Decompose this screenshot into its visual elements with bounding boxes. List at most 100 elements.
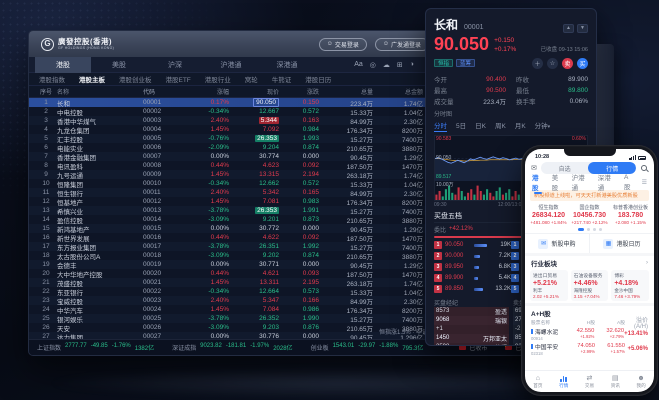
subtab-hk-industry[interactable]: 港股行业 xyxy=(205,74,231,84)
bid-level-row[interactable]: 2 90.000 7.2K xyxy=(434,251,511,262)
layout-grid-icon[interactable]: ⊞ xyxy=(397,61,403,69)
tab-us[interactable]: 美股 xyxy=(91,57,147,73)
cell-seq: 23 xyxy=(35,297,57,304)
nav-trade[interactable]: ⇄交易 xyxy=(577,375,603,389)
column-header[interactable]: 代码 xyxy=(143,87,183,96)
chart-tab-intraday[interactable]: 分时 xyxy=(434,120,447,132)
phone-notch xyxy=(564,149,616,156)
y-label-low: 89.517 xyxy=(436,175,451,180)
bid-size: 5.4K xyxy=(491,275,511,281)
phone-tab-hk[interactable]: 港股 xyxy=(532,172,545,192)
column-header[interactable]: 名称 xyxy=(57,87,143,96)
cell-price: 4.621 xyxy=(229,270,279,277)
subtab-cbbc[interactable]: 牛熊证 xyxy=(272,74,292,84)
ipo-subscribe-button[interactable]: ✉新股申购 xyxy=(525,234,589,253)
next-stock-button[interactable]: ▼ xyxy=(577,24,588,33)
phone-tab-us[interactable]: 美股 xyxy=(552,172,565,192)
chart-tab-monthly[interactable]: 月K xyxy=(515,120,526,131)
index-sse[interactable]: 上证指数2777.77-49.85-1.76%1382亿 xyxy=(37,343,154,352)
cell-price: 5.344 xyxy=(229,117,279,124)
ask-rank-badge: 3 xyxy=(511,263,519,271)
sector-card-gaming[interactable]: 博彩+4.18% 金沙中国7.46 +3.79% xyxy=(611,270,649,301)
bid-level-row[interactable]: 4 89.900 5.4K xyxy=(434,273,511,284)
bid-size-bar xyxy=(474,266,488,269)
phone-tab-sz-connect[interactable]: 深港通 xyxy=(598,172,617,192)
cell-price: 7.092 xyxy=(229,126,279,133)
tab-hk[interactable]: 港股 xyxy=(35,57,91,73)
trade-login-button[interactable]: ☺交易登录 xyxy=(319,38,367,51)
tab-ashare[interactable]: 沪深 xyxy=(147,57,203,73)
nav-profile[interactable]: ☻我的 xyxy=(628,375,654,389)
ah-row-conch[interactable]: 海螺水泥00914 42.550+1.92% 32.620+2.79% +13.… xyxy=(525,326,654,341)
ah-row-pingan[interactable]: 中国平安02318 74.050+2.99% 61.550+1.57% +5.0… xyxy=(525,341,654,356)
sector-card-trade[interactable]: 进出口贸易+5.21% 利丰2.02 +5.21% xyxy=(530,270,568,301)
alert-icon[interactable]: ☆ xyxy=(547,58,558,69)
tab-sz-connect[interactable]: 深港通 xyxy=(259,57,315,73)
cell-seq: 4 xyxy=(35,126,57,133)
add-watchlist-icon[interactable]: ＋ xyxy=(532,58,543,69)
message-icon[interactable]: ✉ xyxy=(531,164,537,172)
bid-level-row[interactable]: 5 89.850 13.2K xyxy=(434,284,511,295)
index-chinext[interactable]: 创业板1543.01-29.97-1.88%795.3亿 xyxy=(311,343,424,352)
cell-seq: 5 xyxy=(35,135,57,142)
quotes-bars-icon xyxy=(560,375,567,382)
cell-code: 00009 xyxy=(143,171,183,178)
cell-pct: -3.78% xyxy=(183,207,229,214)
gf-pass-login-button[interactable]: ☺广发通登录 xyxy=(375,38,429,51)
bid-level-row[interactable]: 3 89.950 6.8K xyxy=(434,262,511,273)
theme-icon[interactable]: ◑ xyxy=(410,61,414,68)
cell-seq: 24 xyxy=(35,306,57,313)
hscei-index-card[interactable]: 国企指数10456.730+217.740 +2.12% xyxy=(569,204,610,225)
column-header[interactable]: 总金额 xyxy=(373,87,423,96)
phone-tab-sh-connect[interactable]: 沪港通 xyxy=(572,172,591,192)
cell-price: 12.667 xyxy=(229,108,279,115)
subtab-warrants[interactable]: 窝轮 xyxy=(245,74,258,84)
cell-seq: 22 xyxy=(35,288,57,295)
font-size-icon[interactable]: Aa xyxy=(354,61,363,68)
cell-price: 9.203 xyxy=(229,324,279,331)
sell-button[interactable]: 卖 xyxy=(562,58,573,69)
column-header[interactable]: 序号 xyxy=(35,87,57,96)
nav-home[interactable]: ⌂首页 xyxy=(525,375,551,389)
sector-card-oil[interactable]: 石油设备服务+4.46% 海隆控股3.15 +7.04% xyxy=(571,270,609,301)
cloud-icon[interactable]: ☁ xyxy=(383,61,390,69)
chart-tab-5day[interactable]: 5日 xyxy=(456,120,466,131)
index-szse[interactable]: 深证成指9023.82-181.81-1.97%2028亿 xyxy=(172,343,292,352)
bid-levels: 1 90.050 19K 2 90.000 7.2K 3 89.950 6 xyxy=(434,240,511,295)
prev-stock-button[interactable]: ▲ xyxy=(563,24,574,33)
cell-seq: 7 xyxy=(35,153,57,160)
nav-quotes[interactable]: 行情 xyxy=(551,375,577,389)
subtab-hk-index[interactable]: 港股指数 xyxy=(39,74,65,84)
subtab-hk-mainboard[interactable]: 港股主板 xyxy=(79,74,105,84)
chart-tab-weekly[interactable]: 周K xyxy=(495,120,506,131)
buy-button[interactable]: 买 xyxy=(577,58,588,69)
column-header[interactable]: 涨幅 xyxy=(183,87,229,96)
nav-news[interactable]: ▤资讯 xyxy=(602,375,628,389)
cell-price: 13.315 xyxy=(229,171,279,178)
cell-seq: 26 xyxy=(35,324,57,331)
hk-calendar-button[interactable]: ▦港股日历 xyxy=(589,234,654,253)
cell-price: 90.050 xyxy=(229,98,279,107)
cell-price: 30.772 xyxy=(229,225,279,232)
phone-tab-ashare[interactable]: A股 xyxy=(624,174,635,191)
column-header[interactable]: 总量 xyxy=(319,87,373,96)
bid-level-row[interactable]: 1 90.050 19K xyxy=(434,240,511,251)
more-tabs-icon[interactable]: ☰ xyxy=(642,179,647,186)
tab-sh-connect[interactable]: 沪港通 xyxy=(203,57,259,73)
hsi-index-card[interactable]: 恒生指数26834.120+481.080 +1.84% xyxy=(528,204,569,225)
chevron-right-icon[interactable]: › xyxy=(646,260,648,266)
cell-change: 0.163 xyxy=(279,117,319,124)
chart-tab-minute[interactable]: 分钟▾ xyxy=(535,120,551,131)
cell-seq: 15 xyxy=(35,225,57,232)
subtab-hk-etf[interactable]: 港股ETF xyxy=(166,74,191,84)
search-icon[interactable] xyxy=(640,164,648,172)
help-icon[interactable]: ◎ xyxy=(370,61,376,69)
cell-code: 00024 xyxy=(143,306,183,313)
column-header[interactable]: 涨跌 xyxy=(279,87,319,96)
subtab-hk-gem[interactable]: 港股创业板 xyxy=(119,74,152,84)
bid-levels-tab[interactable]: 买盘五档 xyxy=(434,211,511,222)
subtab-hk-calendar[interactable]: 港股日历 xyxy=(305,74,331,84)
chart-tab-daily[interactable]: 日K xyxy=(475,120,486,131)
column-header[interactable]: 现价 xyxy=(229,87,279,96)
gem-index-card[interactable]: 标普香港创业板183.780+2.080 +1.15% xyxy=(610,204,651,225)
